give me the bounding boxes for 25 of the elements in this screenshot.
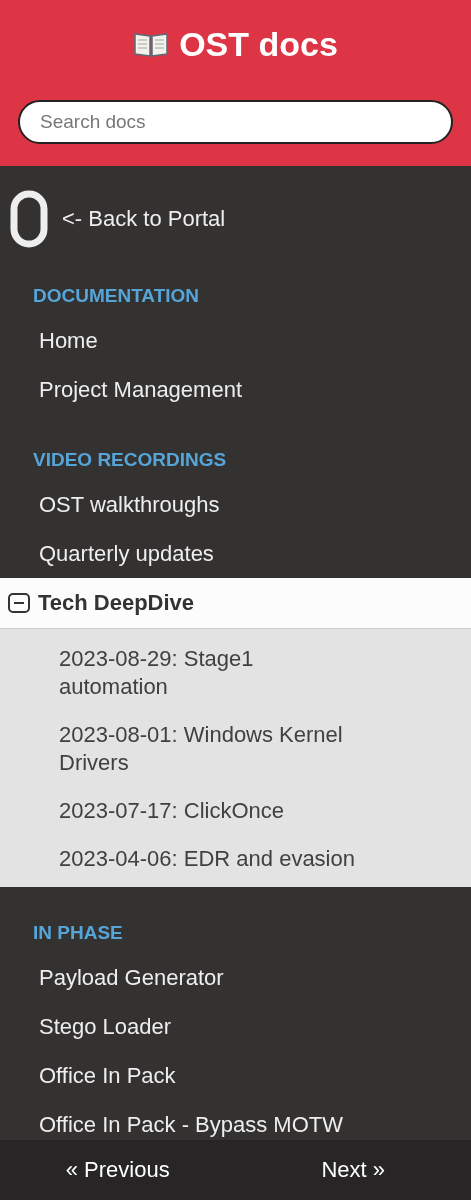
nav-subitem[interactable]: 2023-07-17: ClickOnce: [0, 787, 362, 835]
nav-item[interactable]: OST walkthroughs: [0, 480, 471, 529]
search-field[interactable]: Search docs: [18, 100, 453, 144]
nav-item[interactable]: Quarterly updates: [0, 529, 471, 578]
nav-subitem[interactable]: 2023-04-06: EDR and evasion: [0, 835, 362, 883]
next-link[interactable]: Next »: [235, 1157, 471, 1183]
nav-group[interactable]: Tech DeepDive: [0, 578, 471, 629]
group-label: Tech DeepDive: [38, 590, 195, 616]
previous-link[interactable]: « Previous: [0, 1157, 236, 1183]
nav-item[interactable]: Office In Pack: [0, 1051, 471, 1100]
nav-item[interactable]: Project Management: [0, 365, 471, 414]
collapse-icon[interactable]: [8, 593, 30, 613]
section-caption: VIDEO RECORDINGS: [32, 448, 228, 472]
nav-item[interactable]: Stego Loader: [0, 1002, 471, 1051]
site-title[interactable]: OST docs: [179, 24, 338, 64]
nav-item[interactable]: Payload Generator: [0, 953, 471, 1002]
nav-item[interactable]: Home: [0, 316, 471, 365]
nav-subitem[interactable]: 2023-08-29: Stage1 automation: [0, 635, 362, 711]
nav-item[interactable]: Office In Pack - Bypass MOTW: [0, 1100, 471, 1140]
clip-icon: [10, 190, 48, 248]
section-caption: IN PHASE: [32, 921, 124, 945]
nav-subitem[interactable]: 2023-08-01: Windows Kernel Drivers: [0, 711, 362, 787]
section-caption: DOCUMENTATION: [32, 284, 201, 308]
back-link[interactable]: <- Back to Portal: [0, 166, 471, 248]
book-icon: [133, 31, 170, 57]
